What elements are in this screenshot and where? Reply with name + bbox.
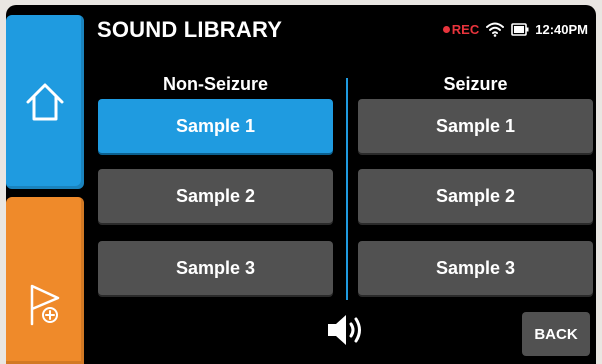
non-seizure-sample-1-button[interactable]: Sample 1 (98, 99, 333, 153)
wifi-icon (486, 22, 505, 37)
non-seizure-sample-3-button[interactable]: Sample 3 (98, 241, 333, 295)
speaker-button[interactable] (324, 310, 368, 350)
clock: 12:40PM (535, 21, 588, 37)
recording-indicator: REC (442, 21, 480, 37)
flag-add-icon (30, 284, 60, 326)
back-button[interactable]: BACK (522, 312, 590, 356)
column-heading-non-seizure: Non-Seizure (162, 74, 268, 94)
speaker-icon (328, 315, 361, 345)
status-bar: REC 12:40PM (442, 20, 588, 38)
home-icon (26, 83, 64, 121)
rec-label: REC (451, 21, 480, 37)
rec-dot-icon (442, 25, 450, 33)
home-button[interactable] (6, 15, 84, 189)
add-flag-button[interactable] (6, 197, 84, 364)
column-divider (346, 78, 348, 300)
column-heading-seizure: Seizure (443, 74, 508, 94)
device-screen: SOUND LIBRARY REC 12:40PM Non-Seizure Se… (6, 5, 596, 364)
seizure-sample-2-button[interactable]: Sample 2 (358, 169, 593, 223)
page-title: SOUND LIBRARY (97, 17, 283, 42)
battery-icon (511, 22, 529, 36)
non-seizure-sample-2-button[interactable]: Sample 2 (98, 169, 333, 223)
seizure-sample-1-button[interactable]: Sample 1 (358, 99, 593, 153)
seizure-sample-3-button[interactable]: Sample 3 (358, 241, 593, 295)
